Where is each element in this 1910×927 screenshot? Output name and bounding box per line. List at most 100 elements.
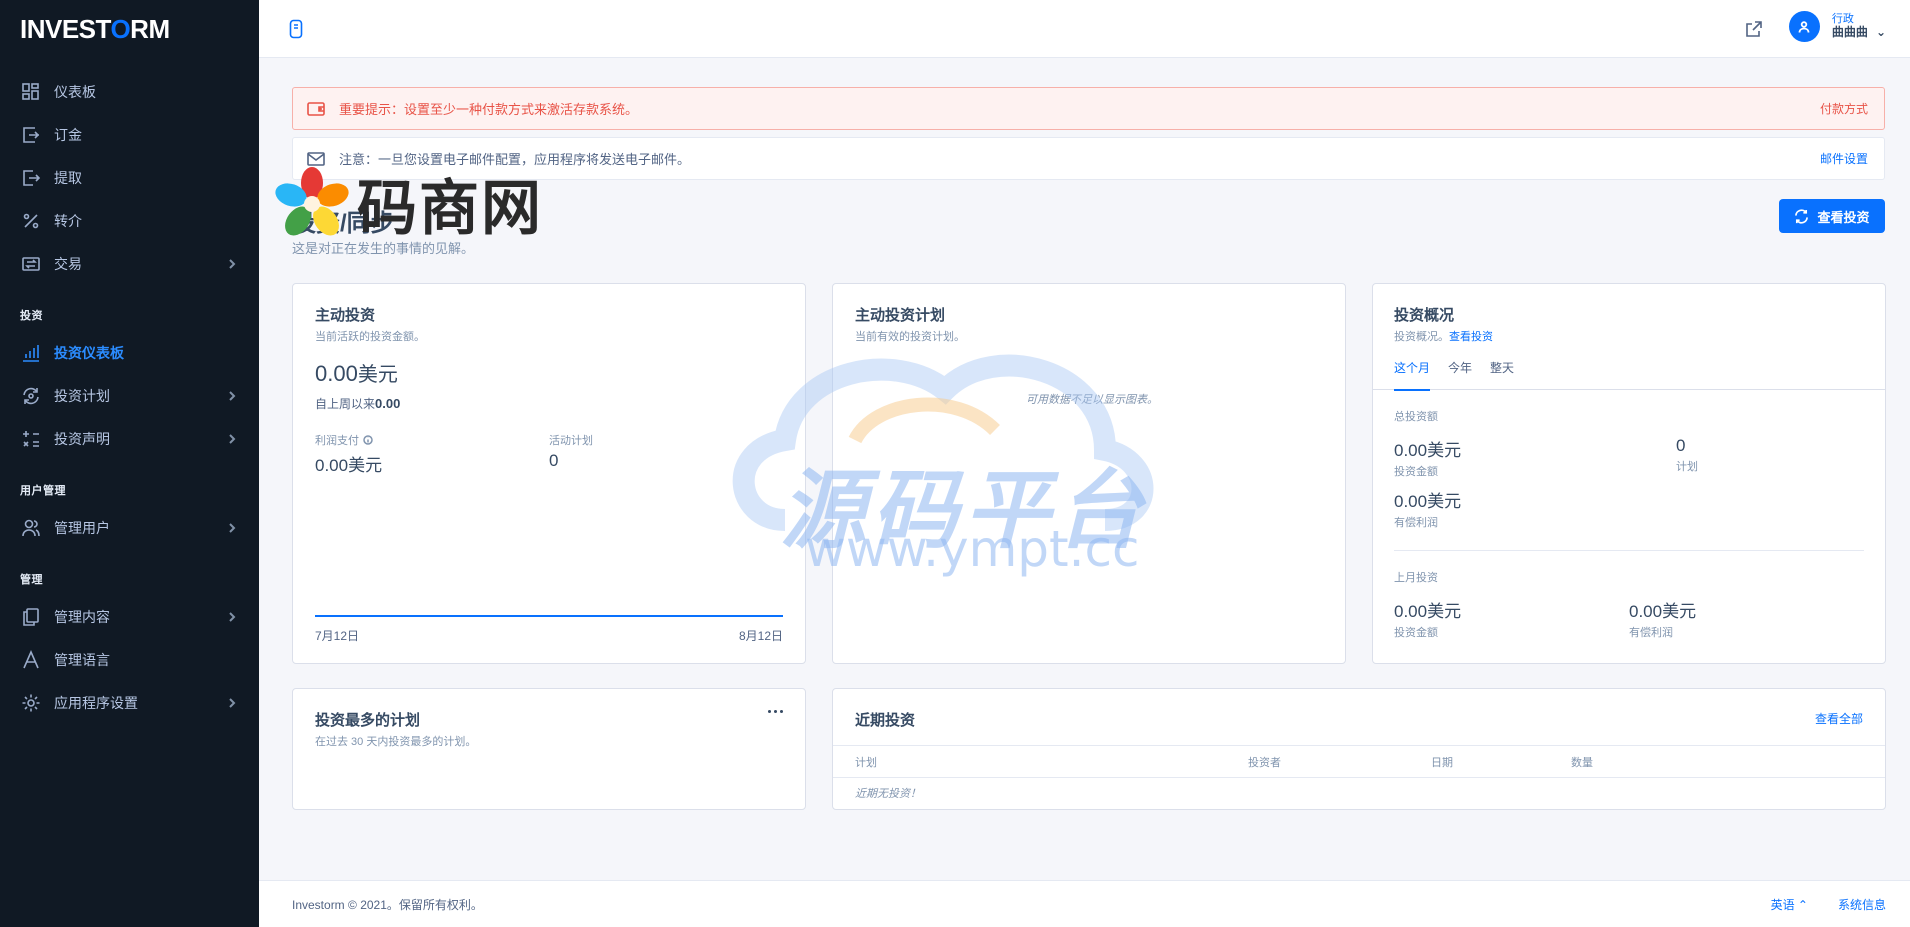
view-investments-link[interactable]: 查看投资	[1449, 331, 1493, 343]
card-subtitle: 当前活跃的投资金额。	[315, 331, 425, 343]
card-title: 主动投资	[315, 307, 376, 324]
bar-chart-icon	[20, 342, 42, 364]
sidebar-item-invest-plans[interactable]: 投资计划	[0, 374, 259, 417]
plans-label: 计划	[1676, 461, 1698, 473]
paid-profit-label: 有偿利润	[1394, 517, 1438, 529]
last-month-heading: 上月投资	[1394, 572, 1438, 584]
table-empty-note: 近期无投资！	[855, 788, 921, 800]
sidebar-item-label: 提取	[54, 169, 82, 186]
divider	[1394, 550, 1864, 551]
external-link-button[interactable]	[1744, 19, 1764, 39]
sidebar-item-label: 管理语言	[54, 651, 110, 668]
sidebar-item-label: 投资仪表板	[54, 344, 124, 361]
investment-chart-line	[315, 615, 783, 617]
paid-profit-value: 0.00美元	[1394, 492, 1462, 511]
lm-invest-label: 投资金额	[1394, 627, 1438, 639]
font-icon	[20, 649, 42, 671]
avatar[interactable]	[1788, 11, 1820, 42]
sidebar-item-deposit[interactable]: 订金	[0, 113, 259, 156]
view-all-link[interactable]: 查看全部	[1815, 710, 1863, 727]
tab-all-time[interactable]: 整天	[1490, 358, 1514, 390]
brand[interactable]: INVESTORM	[0, 0, 259, 58]
chevron-right-icon	[227, 390, 237, 401]
main-content: 重要提示：设置至少一种付款方式来激活存款系统。 付款方式 注意：一旦您设置电子邮…	[292, 87, 1886, 810]
calc-icon	[20, 428, 42, 450]
col-plan: 计划	[855, 756, 877, 769]
more-options-icon[interactable]	[768, 710, 783, 713]
user-menu[interactable]: 行政 曲曲曲 ⌄	[1788, 11, 1886, 42]
card-title: 主动投资计划	[855, 307, 946, 324]
total-invest-heading: 总投资额	[1394, 411, 1438, 423]
top-header: 行政 曲曲曲 ⌄	[259, 0, 1910, 58]
recent-investments-card: 近期投资 查看全部 计划 投资者 日期 数量 近期无投资！	[832, 688, 1886, 810]
email-alert-text: 注意：一旦您设置电子邮件配置，应用程序将发送电子邮件。	[339, 152, 691, 167]
sidebar-item-manage-language[interactable]: 管理语言	[0, 638, 259, 681]
lm-profit-value: 0.00美元	[1629, 602, 1697, 621]
gear-icon	[20, 692, 42, 714]
user-name: 曲曲曲	[1831, 24, 1868, 39]
sidebar-item-invest-statement[interactable]: 投资声明	[0, 417, 259, 460]
view-investments-label: 查看投资	[1817, 209, 1870, 225]
page-title: 投资/同步	[292, 210, 395, 237]
investment-overview-card: 投资概况 投资概况。查看投资 这个月 今年 整天 总投资额 0.00美元 投资金…	[1372, 283, 1886, 664]
col-investor: 投资者	[1248, 756, 1281, 769]
sidebar-item-referral[interactable]: 转介	[0, 199, 259, 242]
tab-this-year[interactable]: 今年	[1448, 358, 1472, 390]
chart-empty-note: 可用数据不足以显示图表。	[1026, 394, 1158, 406]
chevron-right-icon	[227, 697, 237, 708]
table-header: 计划 投资者 日期 数量	[833, 746, 1885, 778]
sidebar-item-label: 管理用户	[54, 519, 110, 536]
page-head: 投资/同步 这是对正在发生的事情的见解。 查看投资	[292, 187, 1885, 285]
invest-amount-value: 0.00美元	[1394, 441, 1462, 460]
overview-tabs: 这个月 今年 整天	[1373, 358, 1885, 391]
sidebar-item-label: 交易	[54, 255, 82, 272]
footer: Investorm © 2021。保留所有权利。 英语 ⌃ 系统信息	[259, 880, 1910, 927]
nav-heading-users: 用户管理	[20, 485, 66, 497]
nav-heading-invest: 投资	[20, 310, 43, 322]
email-alert: 注意：一旦您设置电子邮件配置，应用程序将发送电子邮件。 邮件设置	[292, 137, 1885, 180]
external-link-icon	[1746, 21, 1762, 37]
active-plans-value: 0	[549, 451, 559, 470]
since-label: 自上周以来	[315, 397, 376, 411]
active-amount: 0.00美元	[315, 361, 398, 386]
view-investments-button[interactable]: 查看投资	[1779, 199, 1885, 233]
email-settings-link[interactable]: 邮件设置	[1820, 150, 1868, 167]
system-info-link[interactable]: 系统信息	[1838, 896, 1886, 913]
plans-value: 0	[1676, 436, 1686, 455]
active-plans-label: 活动计划	[549, 435, 593, 447]
top-plans-card: 投资最多的计划 在过去 30 天内投资最多的计划。	[292, 688, 806, 810]
sidebar-item-manage-users[interactable]: 管理用户	[0, 506, 259, 549]
sidebar-item-withdraw[interactable]: 提取	[0, 156, 259, 199]
tab-this-month[interactable]: 这个月	[1394, 358, 1431, 391]
toggle-icon	[289, 19, 303, 39]
sidebar-item-app-settings[interactable]: 应用程序设置	[0, 681, 259, 724]
card-subtitle: 在过去 30 天内投资最多的计划。	[315, 736, 477, 748]
sidebar-toggle-button[interactable]	[289, 19, 303, 39]
percent-icon	[20, 210, 42, 232]
chart-x-start: 7月12日	[315, 629, 360, 643]
lm-invest-value: 0.00美元	[1394, 602, 1462, 621]
payment-alert: 重要提示：设置至少一种付款方式来激活存款系统。 付款方式	[292, 87, 1885, 130]
deposit-icon	[20, 124, 42, 146]
sidebar-item-transactions[interactable]: 交易	[0, 242, 259, 285]
transactions-icon	[20, 253, 42, 275]
sidebar-item-manage-content[interactable]: 管理内容	[0, 595, 259, 638]
logo[interactable]: INVESTORM	[20, 14, 170, 45]
users-icon	[20, 517, 42, 539]
invest-amount-label: 投资金额	[1394, 466, 1438, 478]
language-switcher[interactable]: 英语 ⌃	[1771, 896, 1808, 913]
copyright: Investorm © 2021。保留所有权利。	[292, 897, 483, 912]
sidebar-item-invest-dashboard[interactable]: 投资仪表板	[0, 331, 259, 374]
page-subtitle: 这是对正在发生的事情的见解。	[292, 241, 475, 256]
col-amount: 数量	[1571, 756, 1593, 769]
payment-methods-link[interactable]: 付款方式	[1820, 100, 1868, 117]
chart-x-axis: 7月12日 8月12日	[315, 627, 783, 644]
refresh-money-icon	[20, 385, 42, 407]
sidebar: INVESTORM 仪表板 订金 提取 转介 交易 投资 投资仪表板 投资计划 …	[0, 0, 259, 927]
active-plans-card: 主动投资计划 当前有效的投资计划。 可用数据不足以显示图表。	[832, 283, 1346, 664]
chevron-right-icon	[227, 522, 237, 533]
sidebar-item-label: 投资声明	[54, 430, 110, 447]
nav-heading-manage: 管理	[20, 574, 43, 586]
sidebar-item-dashboard[interactable]: 仪表板	[0, 70, 259, 113]
user-icon	[1799, 20, 1810, 33]
